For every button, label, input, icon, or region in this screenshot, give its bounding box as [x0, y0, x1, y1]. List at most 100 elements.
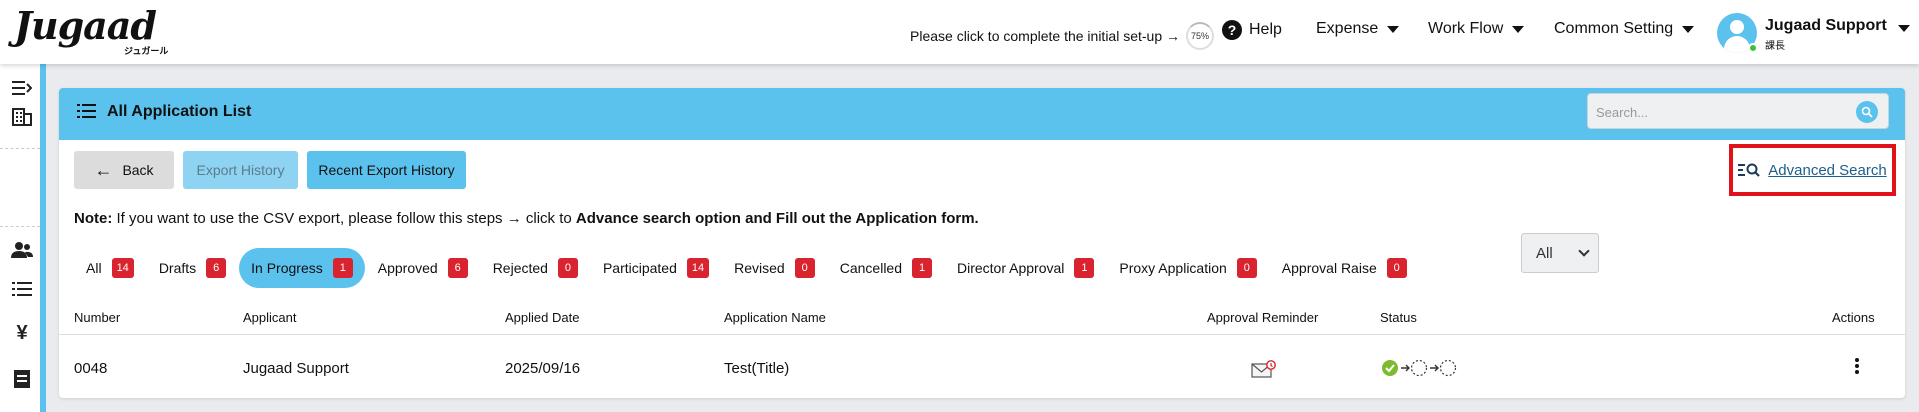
- chevron-down-icon: [1898, 25, 1910, 32]
- tab-rejected[interactable]: Rejected 0: [481, 248, 590, 288]
- cell-applied-date: 2025/09/16: [505, 360, 581, 377]
- user-role: 課長: [1765, 41, 1785, 52]
- setup-text: Please click to complete the initial set…: [910, 28, 1181, 44]
- expense-label: Expense: [1316, 20, 1379, 37]
- common-setting-menu[interactable]: Common Setting: [1554, 20, 1695, 38]
- logo-text: Jugaad: [14, 3, 157, 48]
- export-history-button[interactable]: Export History: [183, 151, 298, 189]
- note-text: If you want to use the CSV export, pleas…: [112, 210, 576, 227]
- tab-director-approval[interactable]: Director Approval 1: [945, 248, 1106, 288]
- tab-all[interactable]: All 14: [74, 248, 146, 288]
- tab-drafts[interactable]: Drafts 6: [147, 248, 238, 288]
- filter-select[interactable]: All: [1521, 233, 1599, 273]
- status-tabs: All 14 Drafts 6 In Progress 1 Approved 6 Rej…: [74, 248, 1420, 288]
- tab-revised[interactable]: Revised 0: [722, 248, 827, 288]
- card-header: All Application List: [59, 88, 1905, 140]
- step-pending-icon: [1439, 359, 1457, 377]
- users-icon[interactable]: [10, 238, 34, 262]
- workflow-label: Work Flow: [1428, 20, 1504, 37]
- tab-proxy-application[interactable]: Proxy Application 0: [1107, 248, 1268, 288]
- arrow-left-icon: ←: [94, 159, 113, 180]
- step-pending-icon: [1410, 359, 1428, 377]
- count-badge: 0: [1236, 258, 1257, 278]
- workflow-menu[interactable]: Work Flow: [1428, 20, 1525, 38]
- column-header-status: Status: [1380, 310, 1417, 325]
- count-badge: 0: [1386, 258, 1407, 278]
- approval-status-flow: [1381, 359, 1481, 377]
- building-icon[interactable]: [10, 104, 34, 128]
- tab-label: All: [86, 260, 102, 276]
- page-title: All Application List: [107, 103, 252, 120]
- user-menu[interactable]: Jugaad Support 課長: [1717, 13, 1917, 53]
- count-badge: 6: [447, 258, 468, 278]
- cell-number[interactable]: 0048: [74, 360, 107, 377]
- list-icon[interactable]: [10, 277, 34, 301]
- tab-label: Proxy Application: [1119, 260, 1227, 276]
- count-badge: 14: [686, 258, 710, 278]
- tab-label: Director Approval: [957, 260, 1065, 276]
- note-bold-text: Advance search option and Fill out the A…: [575, 210, 979, 227]
- back-button[interactable]: ← Back: [74, 151, 174, 189]
- back-label: Back: [122, 162, 154, 178]
- help-label: Help: [1249, 21, 1282, 38]
- chevron-down-icon: [1578, 245, 1590, 257]
- tab-label: Rejected: [492, 260, 548, 276]
- mail-reminder-icon[interactable]: [1251, 360, 1276, 378]
- chevron-down-icon: [1682, 25, 1695, 33]
- tab-label: Approval Raise: [1281, 260, 1377, 276]
- application-list-card: All Application List ← Back Export Histo…: [59, 88, 1905, 398]
- column-header-number: Number: [74, 310, 121, 325]
- tab-label: Revised: [734, 260, 785, 276]
- tab-label: Cancelled: [839, 260, 902, 276]
- chevron-down-icon: [1512, 25, 1525, 33]
- tab-participated[interactable]: Participated 14: [591, 248, 721, 288]
- search-button[interactable]: [1856, 101, 1878, 123]
- tab-label: Drafts: [158, 260, 197, 276]
- count-badge: 1: [1074, 258, 1095, 278]
- tab-cancelled[interactable]: Cancelled 1: [828, 248, 944, 288]
- help-menu[interactable]: ? Help: [1222, 20, 1282, 40]
- advanced-search-link[interactable]: Advanced Search: [1768, 162, 1886, 179]
- recent-export-history-button[interactable]: Recent Export History: [307, 151, 466, 189]
- chevron-down-icon: [1387, 25, 1400, 33]
- cell-application-name[interactable]: Test(Title): [724, 360, 789, 377]
- csv-export-note: Note: If you want to use the CSV export,…: [74, 210, 979, 227]
- tab-label: Participated: [602, 260, 677, 276]
- setup-progress-ring: 75%: [1186, 22, 1215, 50]
- tab-approval-raise[interactable]: Approval Raise 0: [1270, 248, 1419, 288]
- arrow-right-icon: [1430, 364, 1439, 372]
- note-label: Note:: [74, 210, 113, 227]
- column-header-application-name: Application Name: [724, 310, 826, 325]
- count-badge: 14: [111, 258, 134, 278]
- count-badge: 6: [206, 258, 227, 278]
- search-input[interactable]: [1596, 102, 1846, 122]
- sidebar-accent-bar: [40, 64, 46, 412]
- advanced-search-highlight[interactable]: Advanced Search: [1729, 144, 1896, 196]
- column-header-approval-reminder: Approval Reminder: [1207, 310, 1319, 325]
- row-actions-menu-icon[interactable]: [1854, 358, 1860, 374]
- arrow-right-icon: [1401, 364, 1410, 372]
- filter-select-value: All: [1536, 244, 1553, 262]
- setup-progress-link[interactable]: Please click to complete the initial set…: [910, 22, 1215, 50]
- count-badge: 0: [794, 258, 815, 278]
- count-badge: 0: [557, 258, 578, 278]
- list-icon: [77, 103, 97, 119]
- collapse-menu-icon[interactable]: [10, 76, 34, 100]
- top-bar: Jugaad ジュガール Please click to complete th…: [0, 0, 1919, 64]
- count-badge: 1: [332, 258, 353, 278]
- document-icon[interactable]: [10, 367, 34, 391]
- count-badge: 1: [912, 258, 932, 278]
- online-status-icon: [1748, 43, 1758, 53]
- tab-in-progress[interactable]: In Progress 1: [239, 248, 365, 288]
- expense-menu[interactable]: Expense: [1316, 20, 1400, 38]
- search-icon: [1861, 106, 1873, 118]
- cell-applicant: Jugaad Support: [243, 360, 349, 377]
- yen-icon[interactable]: ¥: [10, 321, 34, 345]
- column-header-applied-date: Applied Date: [505, 310, 580, 325]
- step-complete-icon: [1382, 360, 1398, 376]
- tab-approved[interactable]: Approved 6: [366, 248, 480, 288]
- common-setting-label: Common Setting: [1554, 20, 1674, 37]
- logo-subtext: ジュガール: [124, 46, 169, 56]
- search-box: [1587, 93, 1889, 129]
- app-logo[interactable]: Jugaad ジュガール: [14, 3, 174, 57]
